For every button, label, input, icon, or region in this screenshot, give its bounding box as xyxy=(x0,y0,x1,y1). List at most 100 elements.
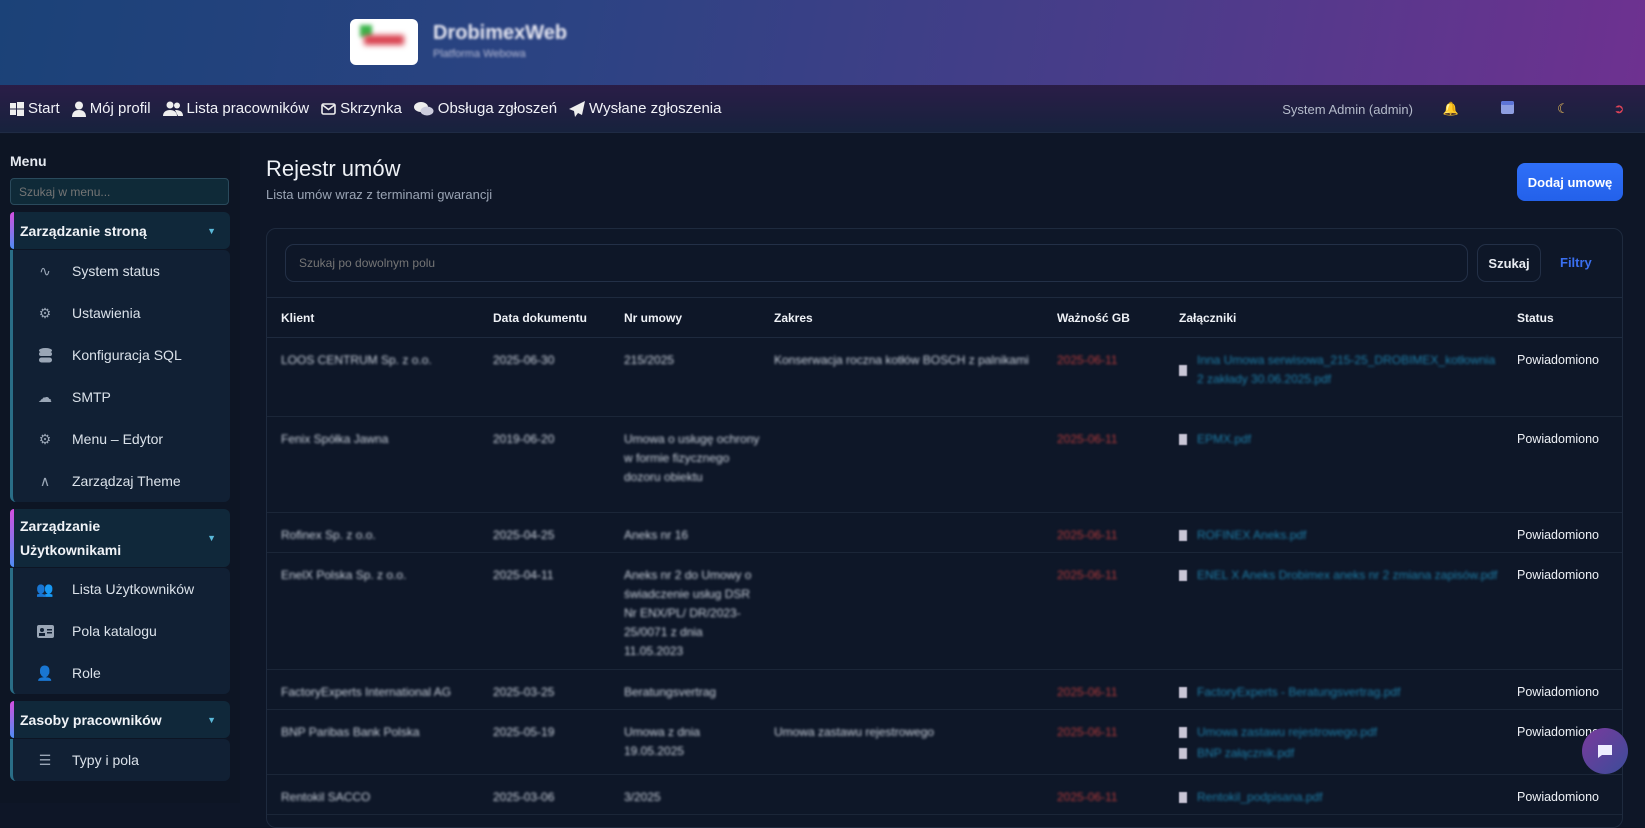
number-cell: Aneks nr 2 do Umowy o świadczenie usług … xyxy=(610,552,760,670)
table-row[interactable]: EnelX Polska Sp. z o.o. 2025-04-11 Aneks n… xyxy=(267,552,1622,670)
brand-logo[interactable] xyxy=(350,19,418,65)
user-name[interactable]: System Admin (admin) xyxy=(1282,102,1413,117)
page-subtitle: Lista umów wraz z terminami gwarancji xyxy=(266,187,493,202)
user-shield-icon: 👤 xyxy=(36,664,54,681)
logout-icon[interactable]: ➲ xyxy=(1609,101,1629,117)
warranty-cell-text: 2025-06-11 xyxy=(1057,685,1118,699)
column-header[interactable]: Data dokumentu xyxy=(479,297,610,338)
sidebar-item-catalog-fields[interactable]: Pola katalogu xyxy=(13,610,230,652)
database-icon xyxy=(35,347,55,363)
sidebar-item-menu-editor[interactable]: ⚙ Menu – Edytor xyxy=(13,418,230,460)
sidebar-group-items: ☰ Typy i pola xyxy=(10,739,230,781)
attachments-cell: Umowa zastawu rejestrowego.pdf BNP załącz… xyxy=(1165,709,1503,775)
calendar-icon[interactable] xyxy=(1497,101,1517,117)
scope-cell xyxy=(760,774,1043,815)
sidebar-group-user-management[interactable]: Zarządzanie Użytkownikami ▼ xyxy=(10,509,230,567)
status-cell: Powiadomiono xyxy=(1503,774,1622,815)
add-contract-button[interactable]: Dodaj umowę xyxy=(1517,163,1623,201)
comments-icon xyxy=(413,101,434,115)
warranty-cell-text: 2025-06-11 xyxy=(1057,725,1118,739)
sidebar-item-types-fields[interactable]: ☰ Typy i pola xyxy=(13,739,230,781)
brand: DrobimexWeb Platforma Webowa xyxy=(433,22,567,60)
number-cell-text: Aneks nr 2 do Umowy o świadczenie usług … xyxy=(624,568,752,658)
date-cell-text: 2025-06-30 xyxy=(493,353,555,367)
scope-cell xyxy=(760,552,1043,670)
sidebar-group-employee-resources[interactable]: Zasoby pracowników ▼ xyxy=(10,701,230,738)
nav-label: Wysłane zgłoszenia xyxy=(589,100,722,117)
warranty-cell: 2025-06-11 xyxy=(1043,416,1165,513)
moon-icon[interactable]: ☾ xyxy=(1553,101,1573,117)
attachment-link[interactable]: Inna Umowa serwisowa_215-25_DROBIMEX_kot… xyxy=(1197,351,1503,389)
nav-my-profile[interactable]: Mój profil xyxy=(71,100,151,117)
column-header[interactable]: Załączniki xyxy=(1165,297,1503,338)
group-label: Zasoby pracowników xyxy=(20,711,162,728)
windows-icon xyxy=(10,101,24,116)
table-row[interactable]: FactoryExperts International AG 2025-03-2… xyxy=(267,669,1622,710)
attachment: ROFINEX Aneks.pdf xyxy=(1179,526,1503,545)
status-text: Powiadomiono xyxy=(1517,568,1599,582)
sidebar-item-theme[interactable]: ∧ Zarządzaj Theme xyxy=(13,460,230,502)
id-card-icon xyxy=(35,624,55,638)
sidebar-group-site-management[interactable]: Zarządzanie stroną ▼ xyxy=(10,212,230,249)
attachment-link[interactable]: FactoryExperts - Beratungsvertrag.pdf xyxy=(1197,683,1400,702)
number-cell: Umowa z dnia 19.05.2025 xyxy=(610,709,760,775)
nav-sent-tickets[interactable]: Wysłane zgłoszenia xyxy=(569,100,721,117)
table-row[interactable]: LOOS CENTRUM Sp. z o.o. 2025-06-30 215/202… xyxy=(267,337,1622,417)
attachments-cell: EPMX.pdf xyxy=(1165,416,1503,513)
warranty-cell-text: 2025-06-11 xyxy=(1057,528,1118,542)
sidebar-item-settings[interactable]: ⚙ Ustawienia xyxy=(13,292,230,334)
sidebar-item-roles[interactable]: 👤 Role xyxy=(13,652,230,694)
date-cell: 2025-03-25 xyxy=(479,669,610,710)
attachment-link[interactable]: Rentokil_podpisana.pdf xyxy=(1197,788,1322,807)
attachments-cell: ENEL X Aneks Drobimex aneks nr 2 zmiana … xyxy=(1165,552,1503,670)
nav-tickets[interactable]: Obsługa zgłoszeń xyxy=(413,100,557,117)
column-header[interactable]: Status xyxy=(1503,297,1622,338)
column-header[interactable]: Ważność GB xyxy=(1043,297,1165,338)
number-cell: Beratungsvertrag xyxy=(610,669,760,710)
bell-icon[interactable]: 🔔 xyxy=(1441,101,1461,117)
attachment-link[interactable]: BNP załącznik.pdf xyxy=(1197,744,1294,763)
status-cell: Powiadomiono xyxy=(1503,416,1622,513)
client-cell: EnelX Polska Sp. z o.o. xyxy=(267,552,479,670)
search-input[interactable] xyxy=(285,244,1468,282)
sidebar-item-users-list[interactable]: 👥 Lista Użytkowników xyxy=(13,568,230,610)
attachment: FactoryExperts - Beratungsvertrag.pdf xyxy=(1179,683,1503,702)
table-row[interactable]: Rentokil SACCO 2025-03-06 3/2025 2025-06-11… xyxy=(267,774,1622,815)
client-cell: Fenix Spółka Jawna xyxy=(267,416,479,513)
sidebar-item-system-status[interactable]: ∿ System status xyxy=(13,250,230,292)
file-icon xyxy=(1179,364,1187,376)
warranty-cell-text: 2025-06-11 xyxy=(1057,568,1118,582)
table-row[interactable]: Rofinex Sp. z o.o. 2025-04-25 Aneks nr 16 2… xyxy=(267,512,1622,553)
column-header[interactable]: Klient xyxy=(267,297,479,338)
filters-button[interactable]: Filtry xyxy=(1560,255,1592,270)
status-cell: Powiadomiono xyxy=(1503,552,1622,670)
item-label: Pola katalogu xyxy=(72,623,157,639)
warranty-cell-text: 2025-06-11 xyxy=(1057,790,1118,804)
sidebar-item-smtp[interactable]: ☁ SMTP xyxy=(13,376,230,418)
chat-button[interactable] xyxy=(1582,728,1628,774)
menu-search-input[interactable] xyxy=(10,178,229,205)
table-row[interactable]: BNP Paribas Bank Polska 2025-05-19 Umowa z… xyxy=(267,709,1622,775)
attachment-link[interactable]: ENEL X Aneks Drobimex aneks nr 2 zmiana … xyxy=(1197,566,1497,585)
table-row[interactable]: Fenix Spółka Jawna 2019-06-20 Umowa o usłu… xyxy=(267,416,1622,513)
attachment-link[interactable]: Umowa zastawu rejestrowego.pdf xyxy=(1197,723,1377,742)
file-icon xyxy=(1179,748,1187,759)
users-icon xyxy=(162,101,183,116)
column-header[interactable]: Zakres xyxy=(760,297,1043,338)
attachments-cell: ROFINEX Aneks.pdf xyxy=(1165,512,1503,553)
column-header[interactable]: Nr umowy xyxy=(610,297,760,338)
nav-start[interactable]: Start xyxy=(10,100,60,117)
date-cell: 2019-06-20 xyxy=(479,416,610,513)
attachment-link[interactable]: ROFINEX Aneks.pdf xyxy=(1197,526,1306,545)
warranty-cell: 2025-06-11 xyxy=(1043,709,1165,775)
sidebar-item-sql-config[interactable]: Konfiguracja SQL xyxy=(13,334,230,376)
nav-inbox[interactable]: Skrzynka xyxy=(321,100,402,117)
scope-cell xyxy=(760,512,1043,553)
scope-cell xyxy=(760,416,1043,513)
attachment: BNP załącznik.pdf xyxy=(1179,744,1503,763)
date-cell: 2025-04-11 xyxy=(479,552,610,670)
nav-employees[interactable]: Lista pracowników xyxy=(162,100,309,117)
search-button[interactable]: Szukaj xyxy=(1477,244,1541,282)
attachment-link[interactable]: EPMX.pdf xyxy=(1197,430,1251,449)
scope-cell-text: Umowa zastawu rejestrowego xyxy=(774,725,935,739)
